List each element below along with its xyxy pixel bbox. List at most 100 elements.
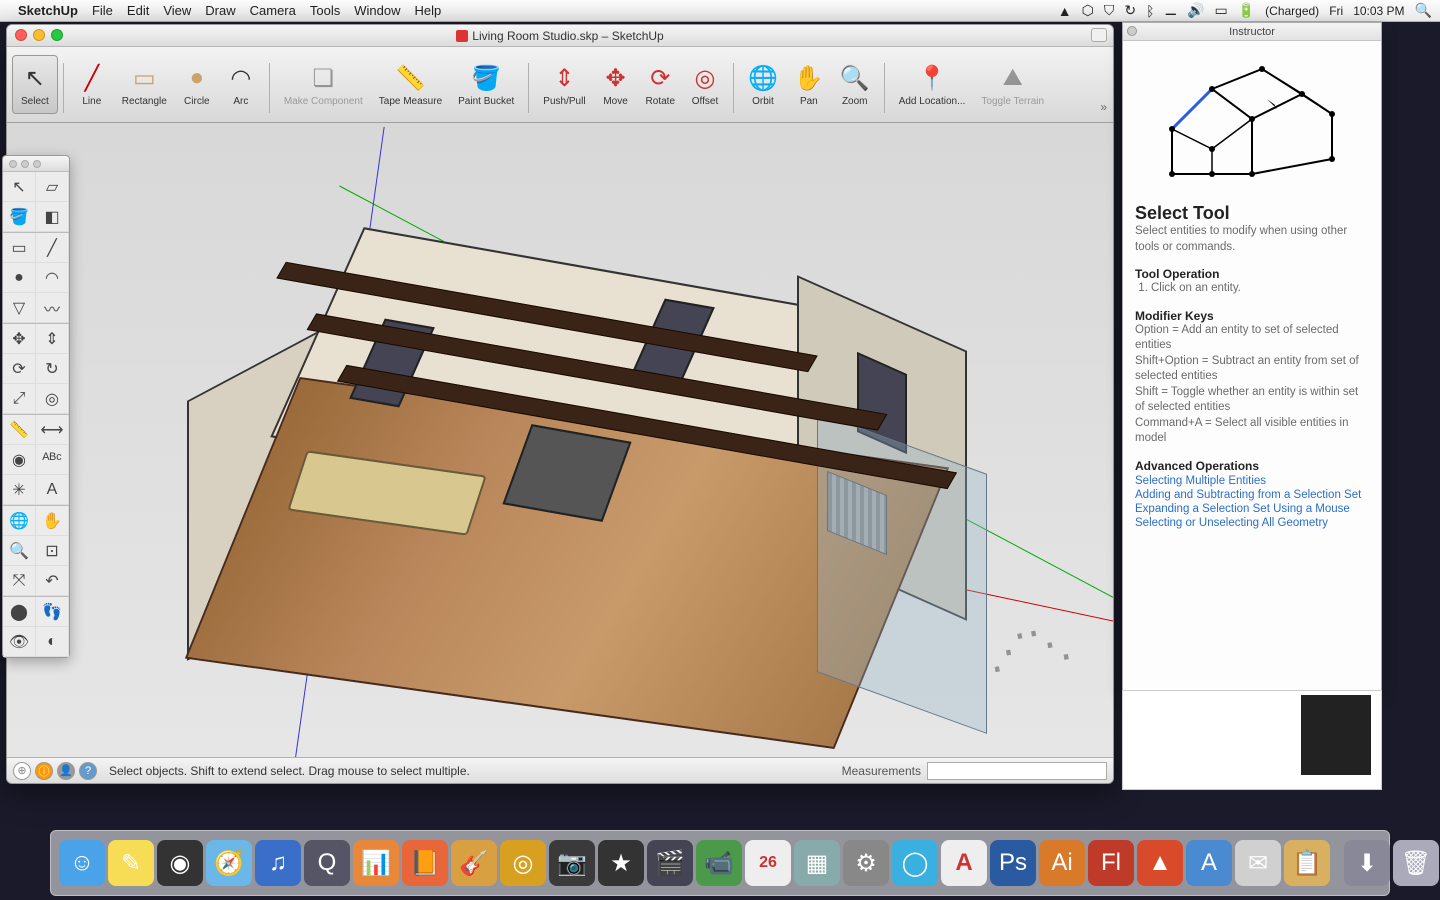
dock-finder[interactable]: ☺ (59, 840, 105, 886)
instructor-close-button[interactable] (1127, 26, 1137, 36)
select-tool-button[interactable]: ↖Select (12, 55, 58, 114)
wifi-icon[interactable]: ⚊ (1164, 2, 1177, 19)
signin-icon[interactable]: 👤 (57, 762, 75, 780)
dock-iphoto[interactable]: 📷 (549, 840, 595, 886)
dock-acrobat[interactable]: A (941, 840, 987, 886)
followme-icon[interactable]: ↻ (36, 354, 69, 384)
rotate-tool-button[interactable]: ⟳Rotate (638, 56, 683, 113)
dock-app4[interactable]: ◯ (892, 840, 938, 886)
component-icon[interactable]: ▱ (36, 172, 69, 202)
offset-icon[interactable]: ◎ (36, 384, 69, 414)
circle-icon[interactable]: ● (3, 263, 36, 293)
dock-app1[interactable]: ◎ (500, 840, 546, 886)
pan-tool-button[interactable]: ✋Pan (786, 56, 832, 113)
move-tool-button[interactable]: ✥Move (594, 56, 638, 113)
dock-photoshop[interactable]: Ps (990, 840, 1036, 886)
paint-icon[interactable]: 🪣 (3, 202, 36, 232)
line-tool-button[interactable]: ╱Line (70, 56, 114, 113)
section-icon[interactable]: ◐ (36, 627, 69, 657)
dock-sysprefs[interactable]: ⚙ (843, 840, 889, 886)
dock-app2[interactable]: 🎬 (647, 840, 693, 886)
dock-itunes[interactable]: ♫ (255, 840, 301, 886)
add-location-tool-button[interactable]: 📍Add Location... (891, 56, 974, 113)
select-icon[interactable]: ↖ (3, 172, 36, 202)
orbit-icon[interactable]: 🌐 (3, 506, 36, 536)
dock-app6[interactable]: 📋 (1284, 840, 1330, 886)
app-menu[interactable]: SketchUp (18, 3, 78, 18)
dock-mail[interactable]: ✉ (1235, 840, 1281, 886)
advanced-link[interactable]: Selecting Multiple Entities (1135, 475, 1369, 487)
polygon-icon[interactable]: ▽ (3, 293, 36, 323)
pan-icon[interactable]: ✋ (36, 506, 69, 536)
dock-appstore[interactable]: A (1186, 840, 1232, 886)
dock-dashboard[interactable]: ◉ (157, 840, 203, 886)
spotlight-icon[interactable]: 🔍 (1415, 2, 1432, 19)
zoomext-icon[interactable]: ⤧ (3, 566, 36, 596)
toggle-terrain-tool-button[interactable]: ⛰Toggle Terrain (973, 56, 1052, 113)
push-pull-tool-button[interactable]: ⇕Push/Pull (535, 56, 593, 113)
position-icon[interactable]: ⬤ (3, 597, 36, 627)
menu-help[interactable]: Help (414, 3, 441, 18)
3d-viewport[interactable]: ⋰⋱ (7, 123, 1113, 757)
window-zoom-button[interactable] (51, 29, 63, 41)
dimension-icon[interactable]: ⟷ (36, 415, 69, 445)
pushpull-icon[interactable]: ⇕ (36, 324, 69, 354)
volume-icon[interactable]: 🔊 (1187, 2, 1204, 19)
gdrive-icon[interactable]: ▲ (1058, 3, 1072, 19)
window-titlebar[interactable]: Living Room Studio.skp – SketchUp (7, 25, 1113, 47)
dock-stickies[interactable]: ✎ (108, 840, 154, 886)
axes-icon[interactable]: ✳ (3, 475, 36, 505)
measurements-field[interactable] (927, 762, 1107, 780)
eraser-icon[interactable]: ◧ (36, 202, 69, 232)
offset-tool-button[interactable]: ◎Offset (683, 56, 727, 113)
menu-file[interactable]: File (92, 3, 113, 18)
display-icon[interactable]: ▭ (1214, 2, 1227, 19)
dock-ibooks[interactable]: 📙 (402, 840, 448, 886)
menu-edit[interactable]: Edit (127, 3, 149, 18)
rectangle-icon[interactable]: ▭ (3, 233, 36, 263)
room-model[interactable]: ⋰⋱ (127, 203, 947, 757)
scale-icon[interactable]: ⤢ (3, 384, 36, 414)
dock-quicktime[interactable]: Q (304, 840, 350, 886)
dock-ical[interactable]: 26 (745, 840, 791, 886)
dock-illustrator[interactable]: Ai (1039, 840, 1085, 886)
bluetooth-icon[interactable]: ᛒ (1146, 3, 1154, 19)
advanced-link[interactable]: Expanding a Selection Set Using a Mouse (1135, 503, 1369, 515)
zoom-icon[interactable]: 🔍 (3, 536, 36, 566)
circle-tool-button[interactable]: ●Circle (175, 56, 219, 113)
menu-draw[interactable]: Draw (205, 3, 235, 18)
menu-camera[interactable]: Camera (250, 3, 296, 18)
help-icon[interactable]: ? (79, 762, 97, 780)
paint-bucket-tool-button[interactable]: 🪣Paint Bucket (450, 56, 522, 113)
zoomwin-icon[interactable]: ⊡ (36, 536, 69, 566)
dock-iwork[interactable]: 📊 (353, 840, 399, 886)
arc-tool-button[interactable]: ◠Arc (219, 56, 263, 113)
zoom-tool-button[interactable]: 🔍Zoom (832, 56, 878, 113)
make-component-tool-button[interactable]: ❏Make Component (276, 56, 371, 113)
dock-safari[interactable]: 🧭 (206, 840, 252, 886)
dock-flash[interactable]: Fl (1088, 840, 1134, 886)
clock-time[interactable]: 10:03 PM (1353, 4, 1404, 18)
advanced-link[interactable]: Selecting or Unselecting All Geometry (1135, 517, 1369, 529)
tape-measure-tool-button[interactable]: 📏Tape Measure (371, 56, 450, 113)
window-minimize-button[interactable] (33, 29, 45, 41)
sync-icon[interactable]: ↻ (1124, 2, 1136, 19)
orbit-tool-button[interactable]: 🌐Orbit (740, 56, 786, 113)
palette-titlebar[interactable] (3, 156, 69, 172)
advanced-link[interactable]: Adding and Subtracting from a Selection … (1135, 489, 1369, 501)
menu-view[interactable]: View (163, 3, 191, 18)
walk-icon[interactable]: 👣 (36, 597, 69, 627)
window-collapse-button[interactable] (1091, 28, 1107, 42)
menu-tools[interactable]: Tools (310, 3, 340, 18)
rectangle-tool-button[interactable]: ▭Rectangle (114, 56, 175, 113)
menu-window[interactable]: Window (354, 3, 400, 18)
dock-garageband[interactable]: 🎸 (451, 840, 497, 886)
protractor-icon[interactable]: ◉ (3, 445, 36, 475)
window-close-button[interactable] (15, 29, 27, 41)
shield-icon[interactable]: ⛉ (1104, 2, 1115, 19)
rotate-icon[interactable]: ⟳ (3, 354, 36, 384)
tape-icon[interactable]: 📏 (3, 415, 36, 445)
move-icon[interactable]: ✥ (3, 324, 36, 354)
dock-trash[interactable]: 🗑 (1393, 840, 1439, 886)
text-icon[interactable]: ᴬᴮᶜ (36, 445, 69, 475)
